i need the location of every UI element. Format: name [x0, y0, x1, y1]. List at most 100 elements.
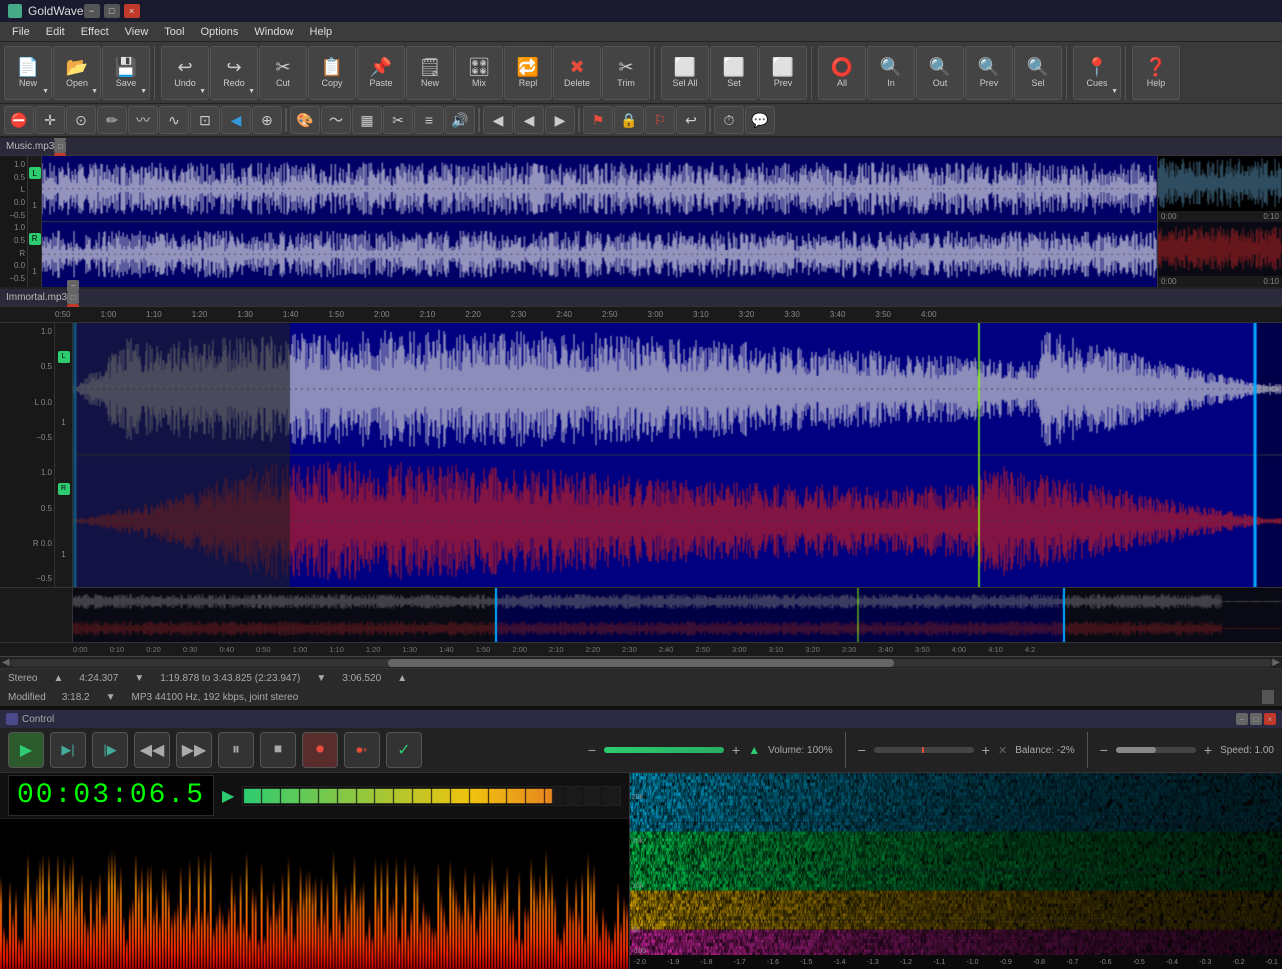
trim-button[interactable]: ✂ Trim — [602, 46, 650, 100]
cut-button[interactable]: ✂ Cut — [259, 46, 307, 100]
volume-view-button[interactable]: 🔊 — [445, 106, 475, 134]
speed-track[interactable] — [1116, 747, 1196, 753]
menu-view[interactable]: View — [117, 24, 157, 40]
spectrogram-button[interactable]: ▦ — [352, 106, 382, 134]
immortal-maximize-button[interactable]: □ — [67, 292, 79, 304]
music-waveform-canvas[interactable] — [42, 156, 1157, 287]
stop-effect-button[interactable]: ⛔ — [4, 106, 34, 134]
spd-plus[interactable]: + — [1204, 742, 1212, 758]
mix-button[interactable]: 🎛 Mix — [455, 46, 503, 100]
control-maximize-button[interactable]: □ — [1250, 713, 1262, 725]
lock-button[interactable]: 🔒 — [614, 106, 644, 134]
fast-forward-button[interactable]: ▶▶ — [176, 732, 212, 768]
undo-button[interactable]: ↩ Undo ▼ — [161, 46, 209, 100]
right-channel-button[interactable]: R — [29, 233, 41, 245]
zoom-view-button[interactable]: ⊕ — [252, 106, 282, 134]
bal-x[interactable]: ✕ — [998, 744, 1007, 757]
volume-track[interactable] — [604, 747, 724, 753]
cues-button[interactable]: 📍 Cues ▼ — [1073, 46, 1121, 100]
scroll-right-button[interactable]: ▶ — [1272, 657, 1280, 668]
move-tool-button[interactable]: ✛ — [35, 106, 65, 134]
double-button[interactable]: ▶ — [545, 106, 575, 134]
control-minimize-button[interactable]: − — [1236, 713, 1248, 725]
vertical-scrollbar[interactable] — [1262, 690, 1274, 704]
zoom-all-button[interactable]: ⭕ All — [818, 46, 866, 100]
waveform-view-button[interactable]: 〜 — [321, 106, 351, 134]
music-maximize-button[interactable]: □ — [54, 141, 66, 153]
undo2-button[interactable]: ↩ — [676, 106, 706, 134]
menu-help[interactable]: Help — [302, 24, 341, 40]
scroll-track[interactable] — [10, 659, 1273, 667]
play-to-end-button[interactable]: ▶| — [50, 732, 86, 768]
menu-edit[interactable]: Edit — [38, 24, 73, 40]
menu-effect[interactable]: Effect — [73, 24, 117, 40]
minimize-button[interactable]: − — [84, 4, 100, 18]
vol-minus[interactable]: − — [588, 742, 596, 758]
maximize-button[interactable]: □ — [104, 4, 120, 18]
scroll-left-button[interactable]: ◀ — [2, 657, 10, 668]
replace-button[interactable]: 🔁 Repl — [504, 46, 552, 100]
prev-button[interactable]: ⬜ Prev — [759, 46, 807, 100]
help-button[interactable]: ❓ Help — [1132, 46, 1180, 100]
smooth-tool-button[interactable]: 〰 — [128, 106, 158, 134]
stop-button[interactable]: ⏹ — [260, 732, 296, 768]
immortal-scrollbar[interactable]: ◀ ▶ — [0, 656, 1282, 668]
immortal-minimize-button[interactable]: − — [67, 280, 79, 292]
new-button[interactable]: 📄 New ▼ — [4, 46, 52, 100]
close-button[interactable]: × — [124, 4, 140, 18]
fade-tool-button[interactable]: ◀ — [221, 106, 251, 134]
comment-button[interactable]: 💬 — [745, 106, 775, 134]
select-tool-button[interactable]: ⊡ — [190, 106, 220, 134]
eq-button[interactable]: ≡ — [414, 106, 444, 134]
confirm-button[interactable]: ✓ — [386, 732, 422, 768]
pause-button[interactable]: ⏸ — [218, 732, 254, 768]
colorize-button[interactable]: 🎨 — [290, 106, 320, 134]
zoom-out-button[interactable]: 🔍 Out — [916, 46, 964, 100]
wave-tool-button[interactable]: ∿ — [159, 106, 189, 134]
overview-canvas[interactable] — [73, 588, 1282, 642]
left-channel-button[interactable]: L — [29, 167, 41, 179]
bal-plus[interactable]: + — [982, 742, 990, 758]
menu-window[interactable]: Window — [246, 24, 301, 40]
vol-handle[interactable]: ▲ — [748, 743, 760, 757]
set-button[interactable]: ⬜ Set — [710, 46, 758, 100]
vol-plus[interactable]: + — [732, 742, 740, 758]
immortal-left-channel-button[interactable]: L — [58, 351, 70, 363]
immortal-waveform-canvas[interactable] — [73, 323, 1282, 587]
timer-button[interactable]: ⏱ — [714, 106, 744, 134]
control-close-button[interactable]: × — [1264, 713, 1276, 725]
zoom-sel-button[interactable]: 🔍 Sel — [1014, 46, 1062, 100]
record-button[interactable]: ⏺ — [302, 732, 338, 768]
record-new-button[interactable]: ⏺+ — [344, 732, 380, 768]
zoom-prev-button[interactable]: 🔍 Prev — [965, 46, 1013, 100]
scroll-thumb[interactable] — [388, 659, 893, 667]
cut-freq-button[interactable]: ✂ — [383, 106, 413, 134]
menu-tool[interactable]: Tool — [156, 24, 192, 40]
copy-button[interactable]: 📋 Copy — [308, 46, 356, 100]
balance-track[interactable] — [874, 747, 974, 753]
rewind-button[interactable]: ◀◀ — [134, 732, 170, 768]
open-button[interactable]: 📂 Open ▼ — [53, 46, 101, 100]
immortal-right-channel-button[interactable]: R — [58, 483, 70, 495]
menu-file[interactable]: File — [4, 24, 38, 40]
sel-all-button[interactable]: ⬜ Sel All — [661, 46, 709, 100]
half-button[interactable]: ◀ — [514, 106, 544, 134]
play-from-start-button[interactable]: |▶ — [92, 732, 128, 768]
spd-minus[interactable]: − — [1100, 742, 1108, 758]
new2-button[interactable]: 🗒 New — [406, 46, 454, 100]
play-button[interactable]: ▶ — [8, 732, 44, 768]
trim-icon: ✂ — [618, 58, 633, 76]
paste-button[interactable]: 📌 Paste — [357, 46, 405, 100]
mark-button[interactable]: ⚑ — [583, 106, 613, 134]
redo-button[interactable]: ↪ Redo ▼ — [210, 46, 258, 100]
volume-fill — [604, 747, 724, 753]
delete-button[interactable]: ✖ Delete — [553, 46, 601, 100]
save-button[interactable]: 💾 Save ▼ — [102, 46, 150, 100]
menu-options[interactable]: Options — [192, 24, 246, 40]
flag-button[interactable]: ⚐ — [645, 106, 675, 134]
zoom-in-button[interactable]: 🔍 In — [867, 46, 915, 100]
pointer-tool-button[interactable]: ⊙ — [66, 106, 96, 134]
bal-minus[interactable]: − — [858, 742, 866, 758]
pencil-tool-button[interactable]: ✏ — [97, 106, 127, 134]
mute-button[interactable]: ◀ — [483, 106, 513, 134]
